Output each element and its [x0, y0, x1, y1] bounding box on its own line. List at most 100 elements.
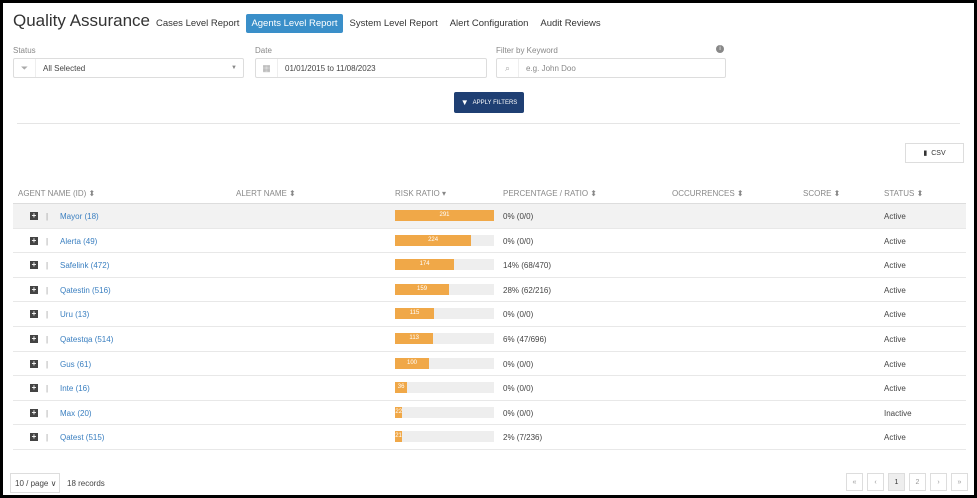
- keyword-label: Filter by Keyword: [496, 46, 558, 55]
- page-button[interactable]: ›: [930, 473, 947, 491]
- risk-ratio-bar: 21: [395, 431, 494, 443]
- column-header[interactable]: RISK RATIO ▾: [395, 189, 446, 198]
- percentage-ratio: 0% (0/0): [503, 236, 534, 246]
- apply-filters-button[interactable]: ▼ APPLY FILTERS: [454, 92, 524, 113]
- agent-link[interactable]: Max (20): [60, 409, 92, 418]
- status-text: Active: [884, 236, 906, 246]
- percentage-ratio: 28% (62/216): [503, 285, 552, 295]
- keyword-placeholder: e.g. John Doo: [526, 63, 576, 73]
- table-row: + | Inte (16) 36 0% (0/0) Active: [13, 376, 966, 401]
- risk-ratio-bar: 113: [395, 332, 494, 344]
- expand-row-icon[interactable]: +: [30, 310, 38, 319]
- calendar-icon: ▦: [256, 59, 278, 77]
- tab-cases-level-report[interactable]: Cases Level Report: [151, 14, 244, 33]
- table-row: + | Qatestin (516) 159 28% (62/216) Active: [13, 278, 966, 303]
- status-text: Active: [884, 261, 906, 271]
- page-button[interactable]: 1: [888, 473, 905, 491]
- records-count: 18 records: [67, 479, 105, 488]
- risk-ratio-bar: 174: [395, 259, 494, 271]
- page-size-select[interactable]: 10 / page ∨: [10, 473, 60, 493]
- table-row: + | Mayor (18) 291 0% (0/0) Active: [13, 204, 966, 229]
- row-separator: |: [46, 212, 49, 221]
- risk-ratio-fill: 291: [395, 210, 494, 221]
- page-button[interactable]: ‹: [867, 473, 884, 491]
- date-range-input[interactable]: ▦ 01/01/2015 to 11/08/2023: [255, 58, 487, 78]
- row-separator: |: [46, 384, 49, 394]
- app-frame: Quality Assurance Cases Level Report Agen…: [3, 3, 974, 495]
- risk-ratio-fill: 174: [395, 259, 455, 271]
- csv-export-button[interactable]: ▮ CSV: [905, 143, 964, 163]
- percentage-ratio: 2% (7/236): [503, 433, 543, 443]
- risk-ratio-bar: 22: [395, 406, 494, 418]
- risk-ratio-fill: 100: [395, 357, 430, 369]
- filter-icon: ▼: [460, 98, 469, 107]
- table-row: + | Gus (61) 100 0% (0/0) Active: [13, 352, 966, 377]
- agent-link[interactable]: Inte (16): [60, 384, 90, 393]
- risk-ratio-fill: 22: [395, 406, 403, 418]
- nav-tabs: Cases Level Report Agents Level Report Sys…: [151, 14, 606, 33]
- status-text: Active: [884, 334, 906, 344]
- status-text: Active: [884, 359, 906, 369]
- expand-row-icon[interactable]: +: [30, 433, 38, 442]
- status-value: All Selected: [43, 63, 86, 73]
- search-icon: ⌕: [497, 59, 519, 77]
- agent-link[interactable]: Uru (13): [60, 310, 89, 319]
- expand-row-icon[interactable]: +: [30, 334, 38, 343]
- agent-link[interactable]: Alerta (49): [60, 237, 97, 246]
- expand-row-icon[interactable]: +: [30, 285, 38, 294]
- keyword-input[interactable]: ⌕ e.g. John Doo: [496, 58, 726, 78]
- row-separator: |: [46, 236, 49, 246]
- agent-link[interactable]: Safelink (472): [60, 261, 109, 270]
- page-title: Quality Assurance: [13, 11, 151, 30]
- risk-ratio-bar: 100: [395, 357, 494, 369]
- agent-link[interactable]: Mayor (18): [60, 212, 99, 221]
- table-row: + | Safelink (472) 174 14% (68/470) Active: [13, 253, 966, 278]
- column-header[interactable]: PERCENTAGE / RATIO ⬍: [503, 189, 597, 198]
- tab-audit-reviews[interactable]: Audit Reviews: [535, 14, 605, 33]
- date-value: 01/01/2015 to 11/08/2023: [285, 63, 376, 73]
- column-header[interactable]: ALERT NAME ⬍: [236, 189, 296, 198]
- caret-down-icon: ▼: [231, 65, 237, 71]
- agent-link[interactable]: Qatest (515): [60, 433, 104, 442]
- expand-row-icon[interactable]: +: [30, 408, 38, 417]
- expand-row-icon[interactable]: +: [30, 236, 38, 245]
- column-header[interactable]: STATUS ⬍: [884, 189, 923, 198]
- column-header[interactable]: OCCURRENCES ⬍: [672, 189, 744, 198]
- agents-table-body: + | Mayor (18) 291 0% (0/0) Active + | Alerta (4…: [13, 204, 966, 450]
- page-button[interactable]: »: [951, 473, 968, 491]
- table-row: + | Qatestqa (514) 113 6% (47/696) Active: [13, 327, 966, 352]
- status-select[interactable]: ⏷ All Selected ▼: [13, 58, 244, 78]
- percentage-ratio: 6% (47/696): [503, 334, 547, 344]
- column-header[interactable]: SCORE ⬍: [803, 189, 840, 198]
- table-row: + | Qatest (515) 21 2% (7/236) Active: [13, 425, 966, 450]
- risk-ratio-fill: 115: [395, 308, 435, 320]
- filter-icon: ⏷: [14, 59, 36, 77]
- expand-row-icon[interactable]: +: [30, 212, 38, 220]
- status-text: Active: [884, 285, 906, 295]
- row-separator: |: [46, 334, 49, 344]
- divider: [17, 123, 960, 124]
- csv-label: CSV: [931, 149, 946, 157]
- expand-row-icon[interactable]: +: [30, 359, 38, 368]
- expand-row-icon[interactable]: +: [30, 384, 38, 393]
- tab-alert-configuration[interactable]: Alert Configuration: [445, 14, 534, 33]
- risk-ratio-fill: 159: [395, 283, 450, 295]
- row-separator: |: [46, 408, 49, 418]
- info-icon[interactable]: i: [716, 45, 724, 53]
- risk-ratio-bar: 159: [395, 283, 494, 295]
- expand-row-icon[interactable]: +: [30, 261, 38, 270]
- percentage-ratio: 0% (0/0): [503, 359, 534, 369]
- agent-link[interactable]: Qatestin (516): [60, 286, 111, 295]
- agent-link[interactable]: Gus (61): [60, 360, 91, 369]
- agent-link[interactable]: Qatestqa (514): [60, 335, 113, 344]
- column-header[interactable]: AGENT NAME (ID) ⬍: [18, 189, 95, 198]
- risk-ratio-fill: 113: [395, 332, 434, 344]
- page-button[interactable]: «: [846, 473, 863, 491]
- file-icon: ▮: [923, 150, 928, 157]
- percentage-ratio: 14% (68/470): [503, 261, 552, 271]
- percentage-ratio: 0% (0/0): [503, 212, 534, 221]
- page-button[interactable]: 2: [909, 473, 926, 491]
- risk-ratio-fill: 224: [395, 234, 472, 246]
- tab-agents-level-report[interactable]: Agents Level Report: [246, 14, 343, 33]
- tab-system-level-report[interactable]: System Level Report: [345, 14, 443, 33]
